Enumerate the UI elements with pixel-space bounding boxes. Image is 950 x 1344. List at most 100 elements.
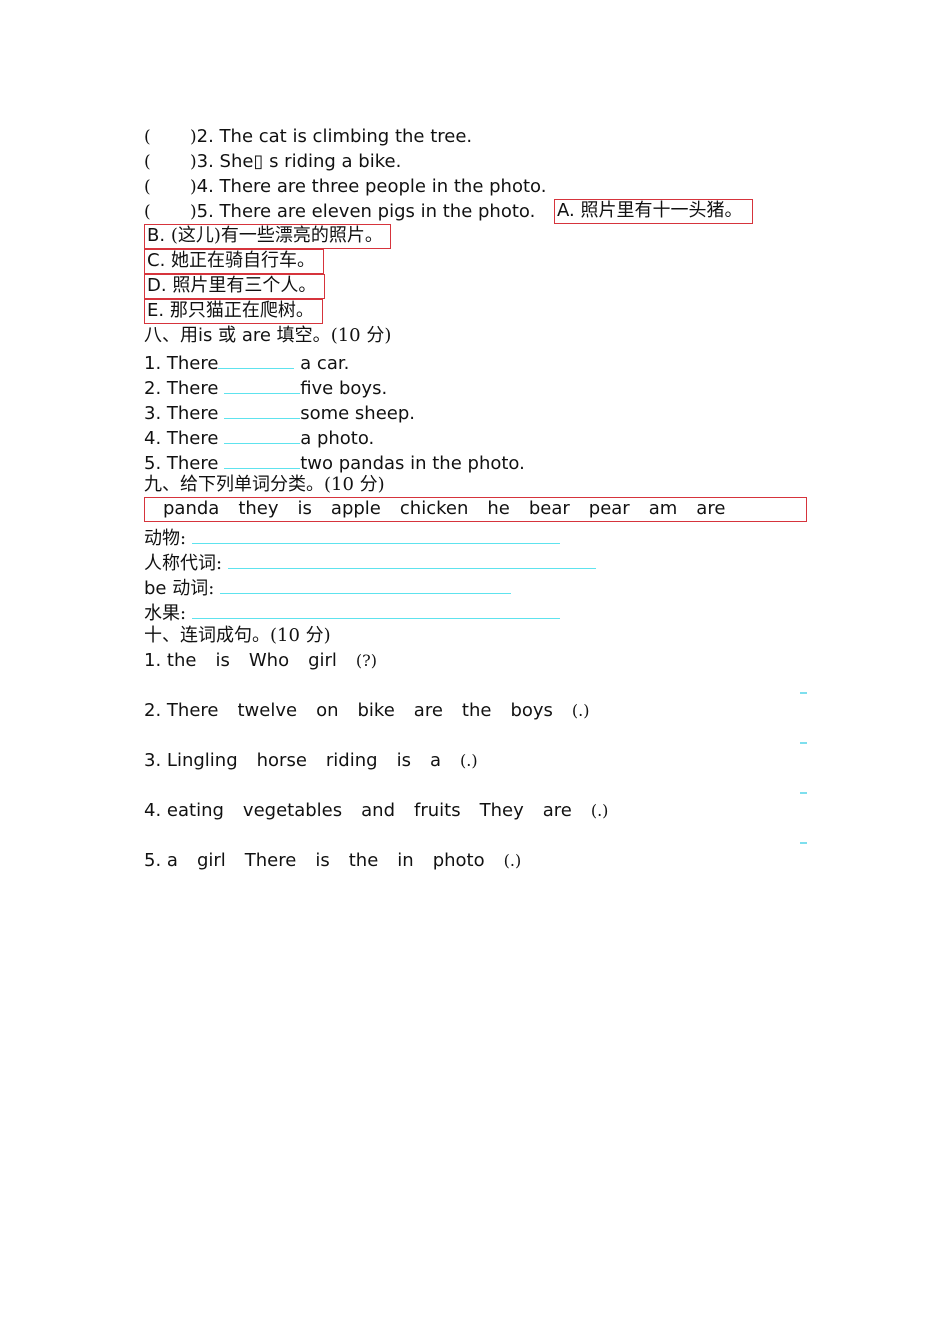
- word: There: [166, 700, 219, 721]
- category-blank[interactable]: [220, 573, 512, 594]
- word: twelve: [237, 700, 298, 721]
- word: pear: [588, 498, 630, 519]
- fill-blank[interactable]: [224, 448, 301, 469]
- option-letter: A.: [557, 200, 575, 221]
- word: am: [648, 498, 678, 519]
- answer-line-mark: [800, 842, 807, 844]
- category-label: 动物:: [144, 528, 187, 549]
- word: they: [238, 498, 279, 519]
- heading-is: is: [198, 325, 213, 346]
- option-text: 照片里有十一头猪。: [580, 200, 743, 221]
- sentence-item-3: 3. Lingling horse riding is a (.): [144, 748, 478, 773]
- word: a: [166, 850, 178, 871]
- category-label: 水果:: [144, 603, 187, 624]
- punctuation: (.): [571, 701, 590, 720]
- word: eating: [166, 800, 224, 821]
- option-text: 她正在骑自行车。: [171, 250, 316, 271]
- item-number: 2.: [144, 700, 162, 721]
- word: apple: [330, 498, 381, 519]
- answer-line-mark: [800, 792, 807, 794]
- heading-score: (10 分): [270, 625, 331, 646]
- option-letter: C.: [147, 250, 166, 271]
- category-animals: 动物:: [144, 523, 560, 549]
- word: in: [397, 850, 414, 871]
- fill-blank[interactable]: [224, 398, 301, 419]
- question-text: 5. There are eleven pigs in the photo.: [196, 201, 536, 222]
- section-10-heading: 十、连词成句。(10 分): [144, 623, 331, 648]
- option-a: A. 照片里有十一头猪。: [554, 199, 753, 224]
- word: horse: [256, 750, 307, 771]
- answer-paren-open[interactable]: (: [144, 150, 190, 175]
- word: They: [479, 800, 524, 821]
- word: panda: [163, 498, 220, 519]
- word: boys: [510, 700, 553, 721]
- heading-or: 或: [212, 325, 242, 346]
- question-text: 4. There are three people in the photo.: [196, 176, 547, 197]
- word: photo: [432, 850, 485, 871]
- answer-paren-open[interactable]: (: [144, 125, 190, 150]
- category-label-en: be: [144, 578, 167, 599]
- category-pronouns: 人称代词:: [144, 548, 596, 574]
- question-text: 3. She▯ s riding a bike.: [196, 151, 402, 172]
- word: vegetables: [242, 800, 343, 821]
- word: Who: [248, 650, 290, 671]
- word: is: [297, 498, 312, 519]
- word: There: [244, 850, 297, 871]
- option-letter: B.: [147, 225, 166, 246]
- word: the: [166, 650, 197, 671]
- fill-prefix: 3. There: [144, 403, 225, 424]
- fill-rest: some sheep.: [300, 403, 415, 424]
- punctuation: (.): [590, 801, 609, 820]
- fill-blank[interactable]: [218, 348, 295, 369]
- fill-rest: a car.: [294, 353, 350, 374]
- category-blank[interactable]: [191, 598, 560, 619]
- word: bear: [528, 498, 570, 519]
- answer-paren-open[interactable]: (: [144, 175, 190, 200]
- word: is: [396, 750, 411, 771]
- heading-text: 八、用: [144, 325, 198, 346]
- sentence-item-5: 5. a girl There is the in photo (.): [144, 848, 521, 873]
- word: Lingling: [166, 750, 238, 771]
- fill-prefix: 1. There: [144, 353, 219, 374]
- word: a: [429, 750, 441, 771]
- sentence-item-4: 4. eating vegetables and fruits They are (.): [144, 798, 608, 823]
- category-blank[interactable]: [227, 548, 596, 569]
- item-number: 1.: [144, 650, 162, 671]
- answer-paren-close: ): [190, 127, 197, 147]
- fill-blank[interactable]: [224, 423, 301, 444]
- punctuation: (.): [503, 851, 522, 870]
- fill-rest: five boys.: [300, 378, 388, 399]
- word: are: [696, 498, 726, 519]
- option-text: 那只猫正在爬树。: [169, 300, 314, 321]
- word: bike: [357, 700, 395, 721]
- sentence-item-2: 2. There twelve on bike are the boys (.): [144, 698, 590, 723]
- question-2: ()2. The cat is climbing the tree.: [144, 124, 472, 149]
- option-c: C. 她正在骑自行车。: [144, 249, 324, 274]
- question-4: ()4. There are three people in the photo…: [144, 174, 546, 199]
- word: are: [413, 700, 443, 721]
- heading-text: 九、给下列单词分类。: [144, 474, 324, 495]
- category-blank[interactable]: [191, 523, 560, 544]
- heading-text: 十、连词成句。: [144, 625, 270, 646]
- option-d: D. 照片里有三个人。: [144, 274, 325, 299]
- word: the: [461, 700, 492, 721]
- answer-paren-open[interactable]: (: [144, 200, 190, 225]
- question-5: ()5. There are eleven pigs in the photo.: [144, 199, 535, 224]
- fill-prefix: 2. There: [144, 378, 225, 399]
- answer-paren-close: ): [190, 152, 197, 172]
- answer-line-mark: [800, 692, 807, 694]
- fill-rest: two pandas in the photo.: [300, 453, 525, 474]
- answer-paren-close: ): [190, 177, 197, 197]
- category-label: 人称代词:: [144, 553, 223, 574]
- word: the: [348, 850, 379, 871]
- fill-rest: a photo.: [300, 428, 375, 449]
- category-be-verbs: be 动词:: [144, 573, 512, 599]
- category-fruits: 水果:: [144, 598, 560, 624]
- item-number: 5.: [144, 850, 162, 871]
- answer-paren-close: ): [190, 202, 197, 222]
- option-text: 照片里有三个人。: [172, 275, 317, 296]
- word-bank: panda they is apple chicken he bear pear am are: [144, 497, 807, 522]
- section-8-heading: 八、用is 或 are 填空。(10 分): [144, 323, 391, 348]
- fill-blank[interactable]: [224, 373, 301, 394]
- punctuation: (?): [355, 651, 377, 670]
